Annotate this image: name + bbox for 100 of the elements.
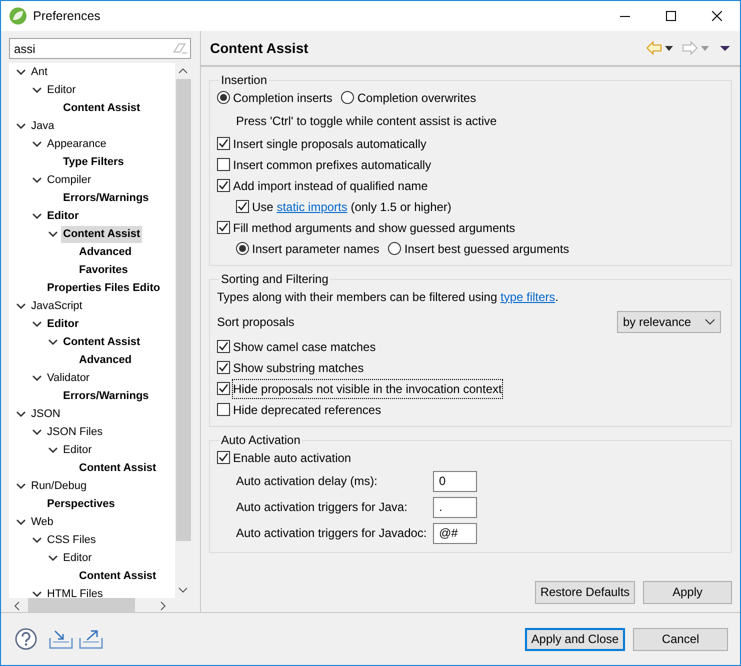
expanded-chevron-icon[interactable] bbox=[32, 373, 42, 383]
expanded-chevron-icon[interactable] bbox=[16, 409, 26, 419]
radio-label[interactable]: Insert parameter names bbox=[252, 240, 380, 258]
field-label: Auto activation triggers for Java: bbox=[235, 499, 408, 516]
tree-item[interactable]: Content Assist bbox=[77, 568, 158, 584]
tree-item[interactable]: Advanced bbox=[77, 352, 134, 368]
sort-dropdown[interactable]: by relevance bbox=[617, 310, 721, 332]
radio-label[interactable]: Completion inserts bbox=[233, 88, 332, 106]
tree-item[interactable]: Editor bbox=[61, 442, 94, 458]
group-title: Sorting and Filtering bbox=[220, 272, 330, 286]
help-icon[interactable] bbox=[15, 628, 37, 650]
checkbox-label[interactable]: Fill method arguments and show guessed arguments bbox=[233, 218, 516, 236]
radio-button[interactable] bbox=[217, 91, 230, 104]
tree-item[interactable]: Type Filters bbox=[61, 154, 126, 170]
checkbox-label[interactable]: Insert common prefixes automatically bbox=[233, 156, 432, 174]
radio-button[interactable] bbox=[341, 91, 354, 104]
expanded-chevron-icon[interactable] bbox=[16, 121, 26, 131]
expanded-chevron-icon[interactable] bbox=[48, 553, 58, 563]
checkbox-label[interactable]: Insert single proposals automatically bbox=[233, 134, 426, 152]
tree-item[interactable]: Perspectives bbox=[45, 496, 117, 512]
tree-item[interactable]: Content Assist bbox=[77, 460, 158, 476]
link[interactable]: static imports bbox=[276, 200, 348, 214]
dialog-button[interactable]: Cancel bbox=[633, 628, 728, 650]
export-icon[interactable] bbox=[79, 628, 103, 650]
text-field[interactable]: 0 bbox=[433, 470, 477, 492]
checkbox[interactable] bbox=[217, 361, 230, 374]
tree-item[interactable]: Content Assist bbox=[61, 334, 142, 350]
tree-item[interactable]: Content Assist bbox=[61, 226, 142, 242]
checkbox[interactable] bbox=[217, 137, 230, 150]
tree-item[interactable]: Validator bbox=[45, 370, 92, 386]
tree-item[interactable]: Favorites bbox=[77, 262, 130, 278]
tree-item[interactable]: Compiler bbox=[45, 172, 94, 188]
tree-item[interactable]: JSON bbox=[29, 406, 62, 422]
page-title: Content Assist bbox=[210, 38, 310, 58]
tree-item[interactable]: Editor bbox=[45, 208, 81, 224]
close-icon bbox=[712, 11, 722, 21]
expanded-chevron-icon[interactable] bbox=[48, 337, 58, 347]
text-field[interactable]: . bbox=[433, 496, 477, 518]
tree-item[interactable]: Editor bbox=[45, 316, 81, 332]
checkbox[interactable] bbox=[217, 451, 230, 464]
checkbox-label[interactable]: Show substring matches bbox=[233, 358, 364, 376]
tree-item[interactable]: Errors/Warnings bbox=[61, 190, 151, 206]
expanded-chevron-icon[interactable] bbox=[32, 535, 42, 545]
dialog-button[interactable]: Apply and Close bbox=[525, 628, 625, 650]
tree-item[interactable]: Web bbox=[29, 514, 56, 530]
checkbox[interactable] bbox=[217, 340, 230, 353]
checkbox[interactable] bbox=[217, 382, 230, 395]
expanded-chevron-icon[interactable] bbox=[32, 139, 42, 149]
checkbox-label[interactable]: Hide deprecated references bbox=[233, 400, 382, 418]
expanded-chevron-icon[interactable] bbox=[32, 319, 42, 329]
checkbox-label[interactable]: Show camel case matches bbox=[233, 338, 376, 356]
expanded-chevron-icon[interactable] bbox=[16, 517, 26, 527]
checkbox[interactable] bbox=[217, 221, 230, 234]
checkbox-label[interactable]: Enable auto activation bbox=[233, 448, 352, 466]
tree-item[interactable]: Advanced bbox=[77, 244, 134, 260]
tree-item[interactable]: CSS Files bbox=[45, 532, 98, 548]
field-label: Auto activation delay (ms): bbox=[235, 473, 378, 490]
scrollbar-thumb[interactable] bbox=[176, 79, 190, 541]
tree-item[interactable]: Editor bbox=[45, 82, 78, 98]
checkbox[interactable] bbox=[217, 403, 230, 416]
tree-item[interactable]: Ant bbox=[29, 64, 50, 80]
radio-label[interactable]: Completion overwrites bbox=[357, 88, 476, 106]
radio-button[interactable] bbox=[236, 242, 249, 255]
checkbox[interactable] bbox=[217, 179, 230, 192]
expanded-chevron-icon[interactable] bbox=[48, 445, 58, 455]
expanded-chevron-icon[interactable] bbox=[32, 175, 42, 185]
filter-field[interactable]: assi bbox=[9, 38, 191, 59]
checkbox[interactable] bbox=[217, 158, 230, 171]
tree-item[interactable]: JSON Files bbox=[45, 424, 105, 440]
text-field[interactable]: @# bbox=[433, 522, 477, 544]
expanded-chevron-icon[interactable] bbox=[16, 481, 26, 491]
group-title: Auto Activation bbox=[220, 433, 302, 447]
expanded-chevron-icon[interactable] bbox=[48, 229, 58, 239]
tree-item[interactable]: Run/Debug bbox=[29, 478, 89, 494]
dialog-button[interactable]: Apply bbox=[643, 580, 732, 604]
expanded-chevron-icon[interactable] bbox=[16, 301, 26, 311]
expanded-chevron-icon[interactable] bbox=[16, 67, 26, 77]
checkbox-label[interactable]: Hide proposals not visible in the invocation context bbox=[233, 380, 502, 398]
import-icon[interactable] bbox=[49, 628, 73, 650]
expanded-chevron-icon[interactable] bbox=[32, 589, 42, 598]
radio-label[interactable]: Insert best guessed arguments bbox=[404, 240, 570, 258]
tree-item[interactable]: Properties Files Edito bbox=[45, 280, 162, 296]
link[interactable]: type filters bbox=[500, 290, 556, 304]
expanded-chevron-icon[interactable] bbox=[32, 85, 42, 95]
checkbox-label[interactable]: Add import instead of qualified name bbox=[233, 176, 428, 194]
dialog-button[interactable]: Restore Defaults bbox=[535, 580, 635, 604]
tree-item[interactable]: JavaScript bbox=[29, 298, 84, 314]
checkbox-label[interactable]: Use static imports (only 1.5 or higher) bbox=[252, 198, 452, 216]
radio-button[interactable] bbox=[388, 242, 402, 255]
checkbox[interactable] bbox=[236, 200, 249, 213]
tree-item[interactable]: Content Assist bbox=[61, 100, 142, 116]
tree-item[interactable]: HTML Files bbox=[45, 586, 105, 598]
tree-item[interactable]: Appearance bbox=[45, 136, 108, 152]
expanded-chevron-icon[interactable] bbox=[32, 427, 42, 437]
tree-item[interactable]: Java bbox=[29, 118, 56, 134]
tree-item[interactable]: Errors/Warnings bbox=[61, 388, 151, 404]
expanded-chevron-icon[interactable] bbox=[32, 211, 42, 221]
field-label: Auto activation triggers for Javadoc: bbox=[235, 525, 428, 542]
scrollbar-thumb[interactable] bbox=[28, 598, 135, 613]
tree-item[interactable]: Editor bbox=[61, 550, 94, 566]
